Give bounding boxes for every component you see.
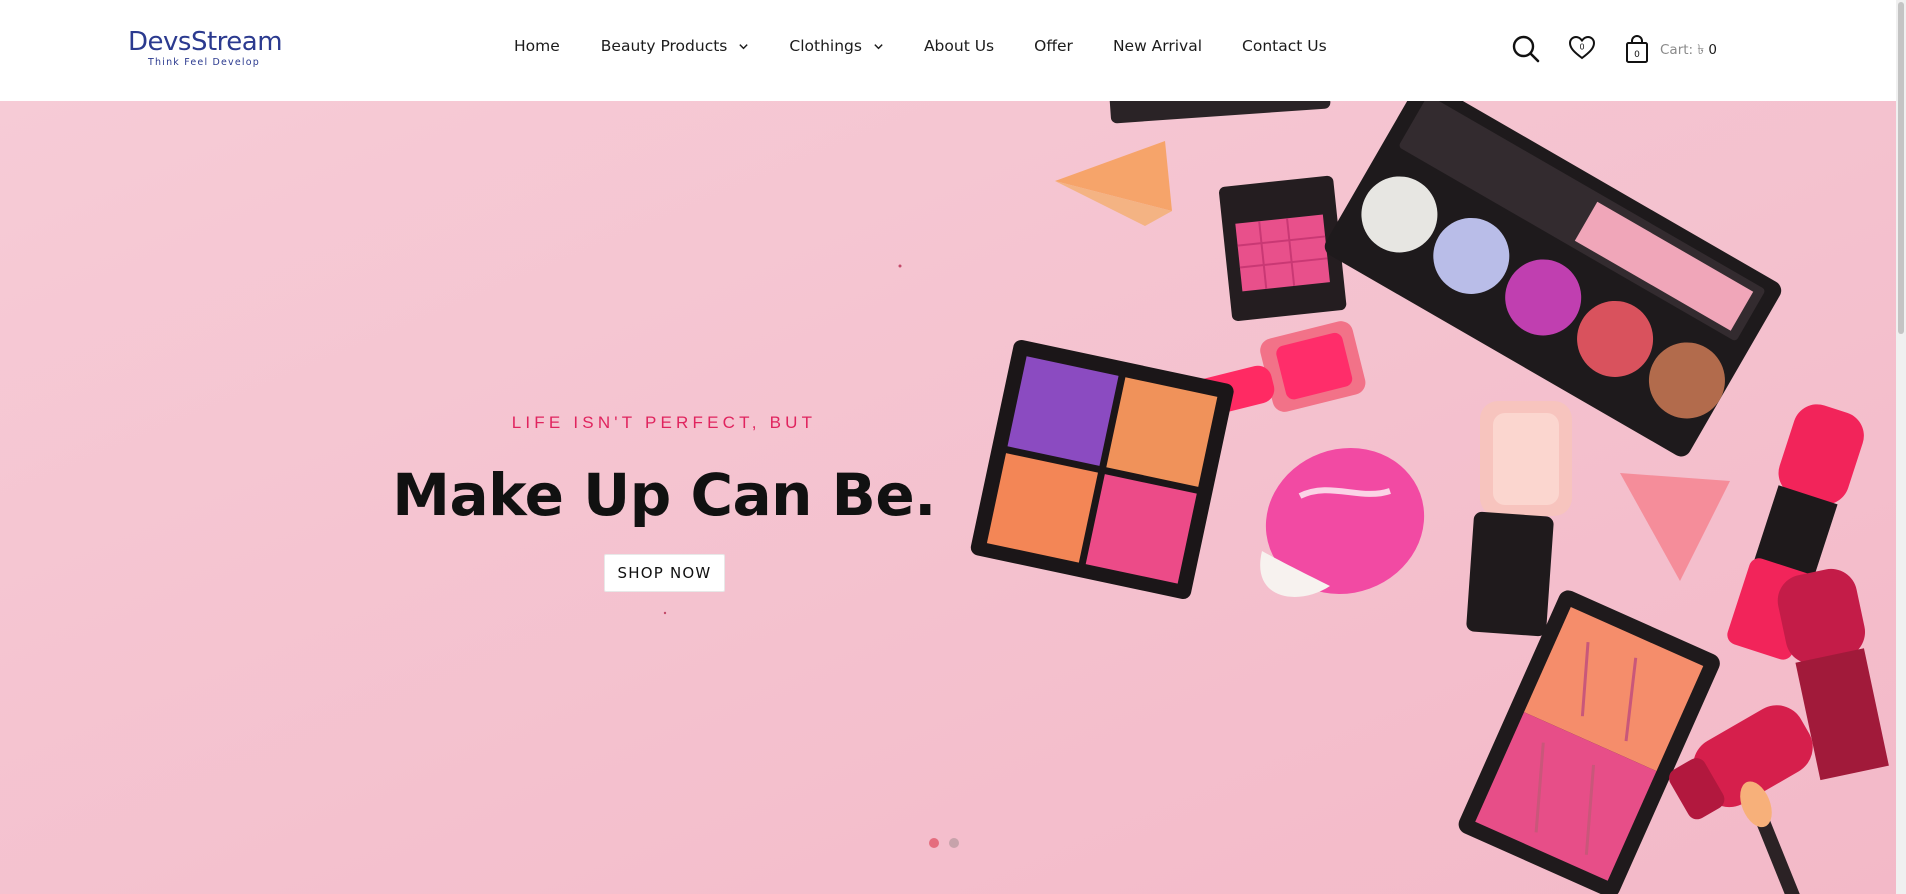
logo-tagline: Think Feel Develop (148, 57, 261, 68)
cart-summary[interactable]: Cart: ৳ 0 (1660, 39, 1717, 62)
cart-amount: 0 (1708, 42, 1717, 58)
shopping-bag-icon[interactable]: 0 (1624, 34, 1650, 64)
chevron-down-icon (739, 43, 749, 49)
hero-subtitle: LIFE ISN'T PERFECT, BUT (511, 413, 817, 432)
nav-new-arrival[interactable]: New Arrival (1113, 37, 1202, 55)
hero-slider: LIFE ISN'T PERFECT, BUT Make Up Can Be. … (0, 101, 1896, 894)
main-nav: Home Beauty Products Clothings About Us … (514, 34, 1327, 58)
nav-about-us[interactable]: About Us (924, 37, 994, 55)
nav-beauty-products[interactable]: Beauty Products (601, 37, 750, 55)
cart-label: Cart: ৳ (1660, 42, 1705, 58)
chevron-down-icon (874, 43, 883, 49)
nav-clothings[interactable]: Clothings (789, 37, 884, 55)
nav-beauty-products-label: Beauty Products (600, 37, 728, 55)
logo-text: DevsStream (128, 27, 283, 57)
slider-dots (929, 838, 969, 848)
hero-title: Make Up Can Be. (392, 461, 936, 529)
slider-dot-2[interactable] (949, 838, 959, 848)
nav-offer[interactable]: Offer (1034, 37, 1073, 55)
slider-dot-1[interactable] (929, 838, 939, 848)
site-header: DevsStream Think Feel Develop Home Beaut… (0, 0, 1896, 101)
page-scrollbar[interactable] (1896, 0, 1906, 894)
nav-home[interactable]: Home (514, 37, 560, 55)
svg-text:0: 0 (1579, 43, 1584, 52)
brand-logo[interactable]: DevsStream Think Feel Develop (128, 26, 283, 70)
heart-icon[interactable]: 0 (1568, 34, 1596, 62)
scrollbar-thumb[interactable] (1898, 2, 1904, 334)
nav-contact-us[interactable]: Contact Us (1242, 37, 1327, 55)
shop-now-button[interactable]: SHOP NOW (604, 554, 725, 592)
nav-clothings-label: Clothings (789, 37, 862, 55)
cart-badge: 0 (1634, 50, 1640, 60)
search-icon[interactable] (1511, 34, 1541, 64)
